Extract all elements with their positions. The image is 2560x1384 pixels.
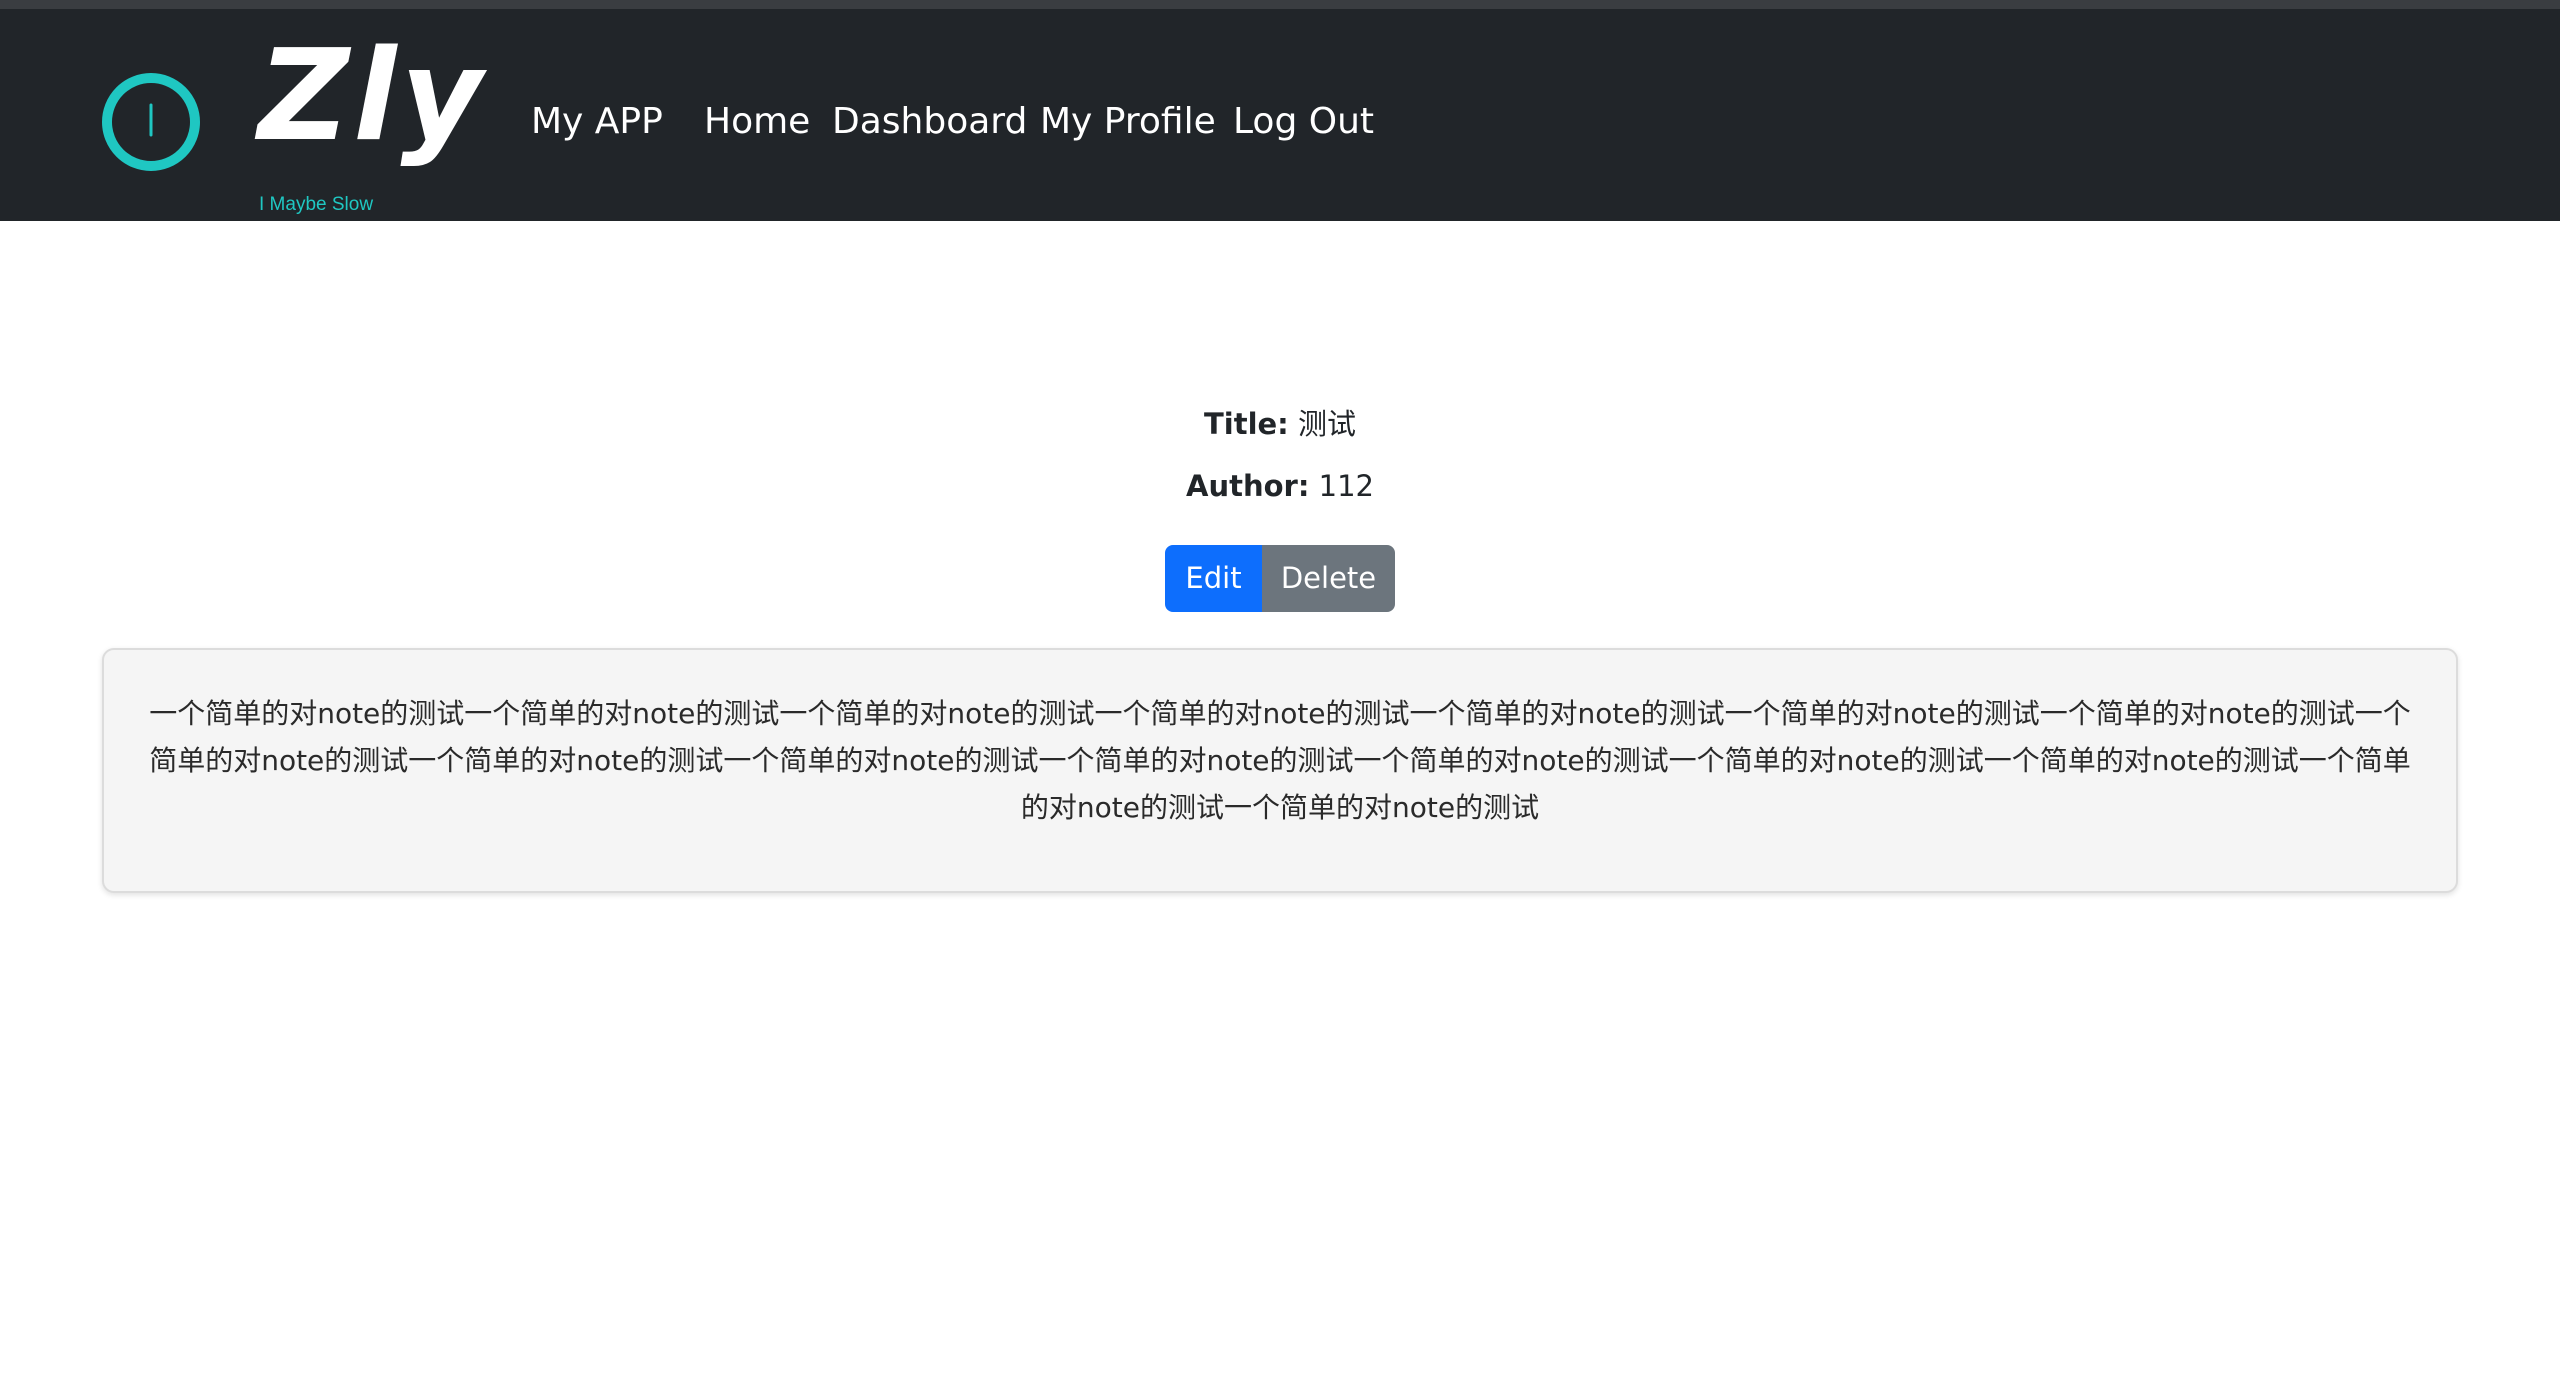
edit-button[interactable]: Edit (1165, 545, 1262, 612)
note-author-label: Author: (1186, 469, 1310, 503)
nav-log-out[interactable]: Log Out (1233, 95, 1374, 149)
note-content-card: 一个简单的对note的测试一个简单的对note的测试一个简单的对note的测试一… (102, 648, 2458, 893)
note-author: Author: 112 (0, 466, 2560, 506)
nav-app-name[interactable]: My APP (531, 95, 663, 149)
note-author-value: 112 (1318, 469, 1374, 503)
nav-dashboard[interactable]: Dashboard (832, 95, 1027, 149)
nav-home[interactable]: Home (704, 95, 810, 149)
top-navbar: Zly I Maybe Slow My APP Home Dashboard M… (0, 0, 2560, 221)
brand-logo[interactable]: Zly (258, 21, 487, 171)
nav-my-profile[interactable]: My Profile (1040, 95, 1216, 149)
note-content: 一个简单的对note的测试一个简单的对note的测试一个简单的对note的测试一… (149, 697, 2411, 824)
note-title: Title: 测试 (0, 404, 2560, 444)
note-title-label: Title: (1203, 407, 1289, 441)
delete-button[interactable]: Delete (1262, 545, 1395, 612)
brand-tagline: I Maybe Slow (259, 194, 374, 215)
note-title-value: 测试 (1298, 407, 1357, 441)
power-logo-icon[interactable] (100, 71, 202, 173)
